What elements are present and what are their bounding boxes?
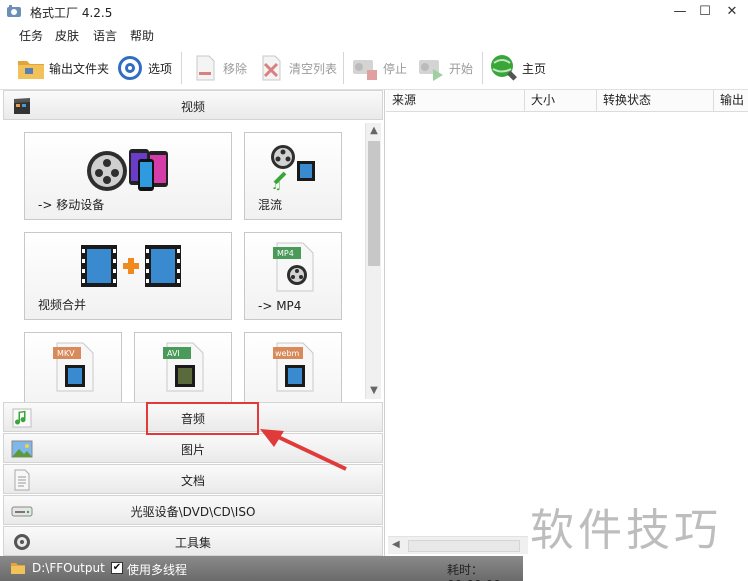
category-document-label: 文档 xyxy=(180,474,205,488)
output-folder-label: 输出文件夹 xyxy=(49,61,110,76)
home-globe-icon xyxy=(491,55,517,81)
scroll-thumb[interactable] xyxy=(368,141,380,266)
column-size[interactable]: 大小 xyxy=(525,90,597,112)
start-icon xyxy=(419,60,443,81)
minimize-button[interactable]: — xyxy=(667,2,693,22)
tile-video-join-label: 视频合并 xyxy=(38,298,87,312)
tile-mobile-devices-label: -> 移动设备 xyxy=(38,198,105,212)
menu-bar: 任务 皮肤 语言 帮助 xyxy=(0,24,748,46)
video-grid-scrollbar[interactable]: ▲ ▼ xyxy=(365,123,381,399)
audio-highlight-box xyxy=(146,402,259,435)
multithread-label[interactable]: 使用多线程 xyxy=(127,561,187,578)
tile-mux[interactable]: ♫ 混流 xyxy=(244,132,342,220)
elapsed-time-text: 耗时：00:00:00 xyxy=(447,563,501,581)
folder-icon xyxy=(18,61,44,79)
column-status[interactable]: 转换状态 xyxy=(597,90,714,112)
menu-task[interactable]: 任务 xyxy=(19,27,43,44)
task-table-header: 来源 大小 转换状态 输出 xyxy=(386,90,748,112)
title-bar: 格式工厂 4.2.5 — ☐ ✕ xyxy=(0,0,748,24)
stop-label: 停止 xyxy=(383,61,408,76)
svg-text:♫: ♫ xyxy=(271,178,282,191)
category-video-header[interactable]: 视频 xyxy=(3,90,383,120)
avi-file-icon: AVI xyxy=(163,342,204,392)
scroll-down-arrow-icon[interactable]: ▼ xyxy=(366,383,382,399)
stop-button[interactable]: 停止 xyxy=(350,52,407,84)
options-gear-icon xyxy=(118,56,142,80)
tile-video-join[interactable]: 视频合并 xyxy=(24,232,232,320)
tile-mobile-devices[interactable]: -> 移动设备 xyxy=(24,132,232,220)
tile-mkv[interactable]: MKV xyxy=(24,332,122,402)
task-list-horizontal-scrollbar[interactable]: ◀ xyxy=(388,536,528,554)
mkv-file-icon: MKV xyxy=(53,342,94,392)
category-tools-header[interactable]: 工具集 xyxy=(3,526,383,556)
close-button[interactable]: ✕ xyxy=(719,2,745,22)
scroll-left-arrow-icon[interactable]: ◀ xyxy=(392,539,400,550)
tile-avi[interactable]: AVI xyxy=(134,332,232,402)
watermark-text: 软件技巧 xyxy=(530,505,722,556)
options-label: 选项 xyxy=(148,61,173,76)
remove-button[interactable]: 移除 xyxy=(190,52,247,84)
avi-badge-text: AVI xyxy=(167,349,180,358)
task-list-panel: 来源 大小 转换状态 输出 ◀ xyxy=(386,90,748,556)
window-title: 格式工厂 4.2.5 xyxy=(30,6,113,20)
menu-language[interactable]: 语言 xyxy=(93,27,117,44)
stop-icon xyxy=(353,60,377,80)
webm-file-icon: webm xyxy=(273,342,314,392)
menu-skin[interactable]: 皮肤 xyxy=(55,27,79,44)
tile-mp4[interactable]: MP4 -> MP4 xyxy=(244,232,342,320)
toolbar-separator xyxy=(343,52,344,84)
maximize-button[interactable]: ☐ xyxy=(692,2,718,22)
tile-webm[interactable]: webm xyxy=(244,332,342,402)
output-path-text[interactable]: D:\FFOutput xyxy=(32,561,105,575)
category-video-label: 视频 xyxy=(180,100,205,114)
red-annotation-arrow-icon xyxy=(260,429,347,471)
format-factory-logo-icon xyxy=(7,5,21,17)
category-panel: 视频 -> 移动设备 ♫ 混流 视频合并 MP4 -> MP4 MKV AVI … xyxy=(0,90,385,556)
output-folder-button[interactable]: 输出文件夹 xyxy=(16,52,109,84)
column-source[interactable]: 来源 xyxy=(386,90,525,112)
scroll-up-arrow-icon[interactable]: ▲ xyxy=(366,123,382,139)
column-output[interactable]: 输出 xyxy=(714,90,748,112)
mkv-badge-text: MKV xyxy=(57,349,75,358)
mux-icon: ♫ xyxy=(271,145,315,191)
category-tools-label: 工具集 xyxy=(174,536,211,550)
toolbar-separator xyxy=(482,52,483,84)
remove-file-icon xyxy=(196,55,215,81)
clear-list-icon xyxy=(262,55,281,81)
webm-badge-text: webm xyxy=(275,349,300,358)
toolbar: 输出文件夹 选项 移除 清空列表 停止 开始 主页 xyxy=(0,46,748,90)
options-button[interactable]: 选项 xyxy=(115,52,172,84)
start-label: 开始 xyxy=(449,61,474,76)
menu-help[interactable]: 帮助 xyxy=(130,27,154,44)
mp4-badge-text: MP4 xyxy=(277,249,294,258)
start-button[interactable]: 开始 xyxy=(416,52,473,84)
home-label: 主页 xyxy=(522,61,547,76)
clear-list-button[interactable]: 清空列表 xyxy=(256,52,337,84)
home-button[interactable]: 主页 xyxy=(489,52,546,84)
status-bar: D:\FFOutput ✔ 使用多线程 耗时：00:00:00 xyxy=(0,556,748,581)
horizontal-scroll-thumb[interactable] xyxy=(408,540,520,552)
tile-mp4-label: -> MP4 xyxy=(258,299,302,313)
remove-label: 移除 xyxy=(223,61,248,76)
status-right-section xyxy=(523,556,748,581)
tile-mux-label: 混流 xyxy=(258,198,283,212)
mobile-devices-icon xyxy=(87,149,168,191)
status-left-section: D:\FFOutput ✔ 使用多线程 耗时：00:00:00 xyxy=(0,556,523,581)
multithread-checkbox[interactable]: ✔ xyxy=(111,562,123,574)
output-folder-icon[interactable] xyxy=(10,561,26,575)
video-join-icon xyxy=(81,245,181,287)
video-function-grid: -> 移动设备 ♫ 混流 视频合并 MP4 -> MP4 MKV AVI web… xyxy=(3,120,383,402)
toolbar-separator xyxy=(181,52,182,84)
mp4-file-icon: MP4 xyxy=(273,242,314,292)
category-disc-header[interactable]: 光驱设备\DVD\CD\ISO xyxy=(3,495,383,525)
clear-list-label: 清空列表 xyxy=(289,61,338,76)
category-disc-label: 光驱设备\DVD\CD\ISO xyxy=(130,505,256,519)
